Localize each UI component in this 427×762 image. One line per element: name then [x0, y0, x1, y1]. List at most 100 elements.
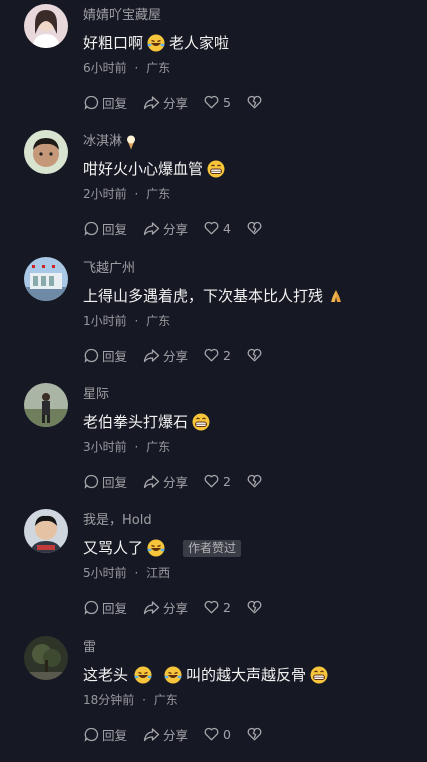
avatar[interactable]	[24, 257, 68, 301]
avatar[interactable]	[24, 4, 68, 48]
comment-username[interactable]: 星际	[83, 387, 109, 403]
reply-button[interactable]: 回复	[84, 346, 127, 365]
like-button[interactable]: 4	[204, 221, 231, 236]
like-count: 2	[223, 347, 231, 363]
reply-button[interactable]: 回复	[84, 472, 127, 491]
dislike-button[interactable]	[247, 474, 262, 488]
share-arrow-icon	[143, 600, 160, 614]
comment-actions: 回复 分享 2	[84, 597, 278, 617]
comment-item: 我是，Hold 又骂人了 作者赞过 5小时前 · 江西 回复 分享 2	[0, 505, 427, 631]
comment-username[interactable]: 我是，Hold	[83, 513, 152, 529]
comment-meta: 5小时前 · 江西	[83, 565, 170, 581]
comment-meta: 2小时前 · 广东	[83, 186, 170, 202]
share-arrow-icon	[143, 727, 160, 741]
broken-heart-icon	[247, 348, 262, 362]
laughing-tears-emoji	[147, 539, 165, 557]
like-button[interactable]: 2	[204, 348, 231, 363]
comment-username: 冰淇淋	[83, 134, 138, 150]
reply-button[interactable]: 回复	[84, 598, 127, 617]
username-label[interactable]: 冰淇淋	[83, 134, 122, 150]
like-count: 2	[223, 599, 231, 615]
chat-bubble-icon	[84, 348, 99, 363]
reply-button[interactable]: 回复	[84, 93, 127, 112]
comment-text-part: 老伯拳头打爆石	[83, 413, 189, 431]
share-button[interactable]: 分享	[143, 725, 188, 744]
meta-separator: ·	[134, 61, 139, 75]
comment-meta: 1小时前 · 广东	[83, 313, 170, 329]
like-button[interactable]: 2	[204, 474, 231, 489]
grimacing-emoji	[192, 413, 210, 431]
comment-time: 3小时前	[83, 440, 127, 454]
share-arrow-icon	[143, 474, 160, 488]
comment-actions: 回复 分享 4	[84, 218, 278, 238]
comment-location: 广东	[153, 693, 178, 707]
chat-bubble-icon	[84, 600, 99, 615]
like-button[interactable]: 5	[204, 95, 231, 110]
share-button[interactable]: 分享	[143, 598, 188, 617]
share-label: 分享	[163, 600, 189, 616]
comment-text-part: 叫的越大声越反骨	[186, 666, 307, 684]
broken-heart-icon	[247, 727, 262, 741]
comment-actions: 回复 分享 0	[84, 724, 278, 744]
comment-text-part: 又骂人了	[83, 539, 144, 557]
avatar[interactable]	[24, 130, 68, 174]
laughing-tears-emoji	[134, 666, 152, 684]
comment-text-part: 好粗口啊	[83, 34, 144, 52]
dislike-button[interactable]	[247, 221, 262, 235]
meta-separator: ·	[142, 693, 146, 707]
comment-username[interactable]: 飞越广州	[83, 261, 135, 277]
reply-label: 回复	[102, 600, 128, 616]
avatar[interactable]	[24, 636, 68, 680]
dislike-button[interactable]	[247, 95, 262, 109]
reply-button[interactable]: 回复	[84, 219, 127, 238]
meta-separator: ·	[134, 187, 139, 201]
comment-actions: 回复 分享 2	[84, 345, 278, 365]
share-arrow-icon	[143, 221, 160, 235]
comment-text-part: 上得山多遇着虎，下次基本比人打残	[83, 287, 324, 305]
laughing-tears-emoji	[164, 666, 182, 684]
comment-text-part: 咁好火小心爆血管	[83, 160, 204, 178]
share-button[interactable]: 分享	[143, 472, 188, 491]
heart-icon	[204, 727, 219, 741]
like-button[interactable]: 0	[204, 727, 231, 742]
comment-location: 广东	[146, 314, 171, 328]
share-arrow-icon	[143, 348, 160, 362]
heart-icon	[204, 600, 219, 614]
share-button[interactable]: 分享	[143, 346, 188, 365]
comment-meta: 3小时前 · 广东	[83, 439, 170, 455]
grimacing-emoji	[207, 160, 225, 178]
comment-text: 又骂人了 作者赞过	[83, 538, 242, 558]
comment-location: 江西	[146, 566, 171, 580]
reply-label: 回复	[102, 95, 128, 111]
ice-cream-emoji	[124, 134, 138, 150]
share-button[interactable]: 分享	[143, 219, 188, 238]
comment-location: 广东	[146, 440, 171, 454]
comment-time: 18分钟前	[83, 693, 135, 707]
dislike-button[interactable]	[247, 600, 262, 614]
chat-bubble-icon	[84, 474, 99, 489]
reply-button[interactable]: 回复	[84, 725, 127, 744]
avatar[interactable]	[24, 383, 68, 427]
avatar[interactable]	[24, 509, 68, 553]
comment-time: 5小时前	[83, 566, 127, 580]
comment-username[interactable]: 婧婧吖宝藏屋	[83, 8, 161, 24]
dislike-button[interactable]	[247, 348, 262, 362]
reply-label: 回复	[102, 727, 128, 743]
share-label: 分享	[163, 221, 189, 237]
broken-heart-icon	[247, 474, 262, 488]
like-button[interactable]: 2	[204, 600, 231, 615]
comment-text-part: 这老头	[83, 666, 129, 684]
dislike-button[interactable]	[247, 727, 262, 741]
reply-label: 回复	[102, 474, 128, 490]
comment-username[interactable]: 雷	[83, 640, 96, 656]
comment-actions: 回复 分享 2	[84, 471, 278, 491]
meta-separator: ·	[134, 440, 139, 454]
heart-icon	[204, 348, 219, 362]
comment-location: 广东	[146, 187, 171, 201]
reply-label: 回复	[102, 221, 128, 237]
broken-heart-icon	[247, 95, 262, 109]
comment-text: 老伯拳头打爆石	[83, 412, 214, 432]
meta-separator: ·	[134, 314, 139, 328]
chat-bubble-icon	[84, 727, 99, 742]
share-button[interactable]: 分享	[143, 93, 188, 112]
